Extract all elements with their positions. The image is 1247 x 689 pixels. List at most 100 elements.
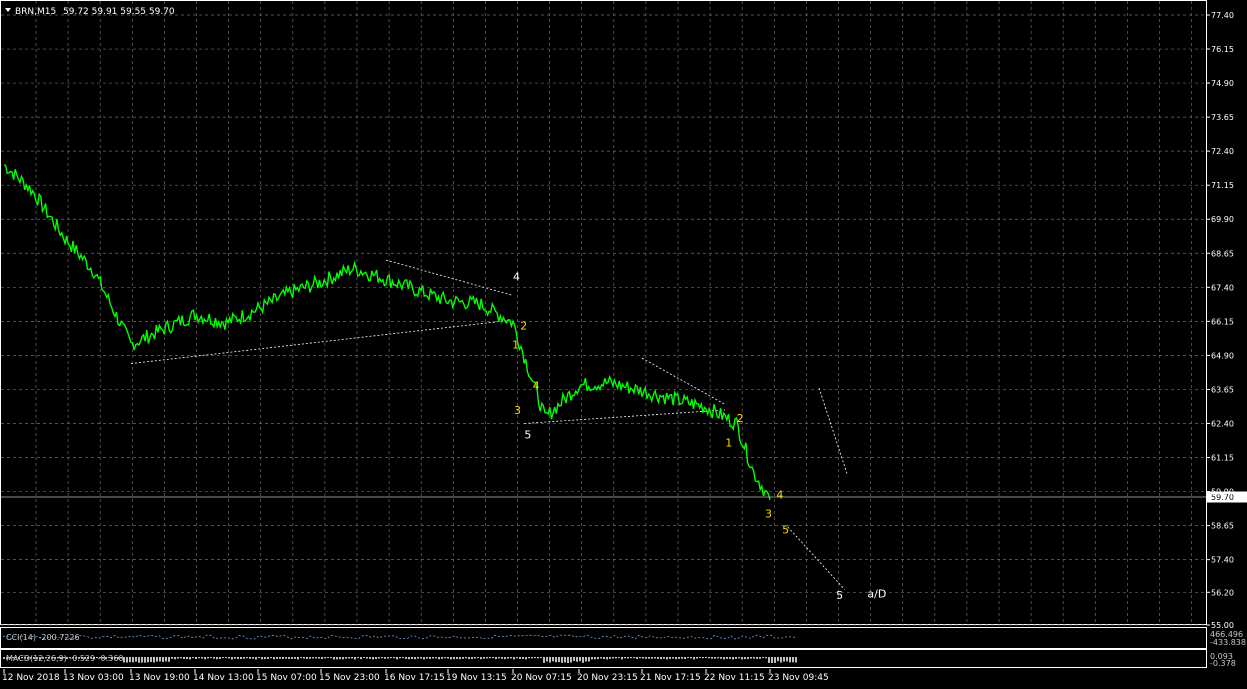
macd-bar: [462, 657, 464, 659]
macd-bar: [126, 657, 128, 663]
macd-bar: [570, 657, 572, 663]
chevron-down-icon[interactable]: [5, 8, 11, 12]
x-tick-label: 15 Nov 07:00: [256, 673, 317, 683]
macd-bar: [138, 657, 140, 663]
macd-bar: [450, 657, 452, 660]
macd-bar: [243, 657, 245, 659]
cci-line: [2, 634, 796, 640]
macd-bar: [261, 657, 263, 660]
y-tick-label: 68.65: [1211, 249, 1234, 258]
macd-bar: [159, 657, 161, 662]
wave-labels: 421435214355 a/D: [512, 270, 886, 602]
macd-bar: [660, 657, 662, 660]
macd-bar: [633, 657, 635, 659]
macd-bar: [387, 657, 389, 659]
y-tick-label: 55.00: [1211, 621, 1234, 630]
ohlc-label: 59.72 59.91 59.55 59.70: [63, 7, 175, 17]
y-tick-label: 58.65: [1211, 522, 1234, 531]
macd-bar: [285, 657, 287, 659]
macd-bar: [705, 657, 707, 659]
macd-bar: [654, 657, 656, 659]
macd-bar: [474, 657, 476, 659]
macd-bar: [465, 657, 467, 659]
macd-bar: [288, 657, 290, 660]
wave-label: 1: [512, 339, 519, 352]
x-tick-label: 19 Nov 13:15: [446, 673, 507, 683]
macd-bar: [702, 657, 704, 659]
macd-bar: [300, 657, 302, 659]
macd-bar: [153, 657, 155, 663]
macd-bar: [579, 657, 581, 662]
wave-label: 3: [514, 404, 521, 417]
macd-bar: [327, 657, 329, 659]
macd-bar: [732, 657, 734, 660]
macd-bar: [498, 657, 500, 659]
macd-bar: [489, 657, 491, 659]
macd-bar: [273, 657, 275, 660]
macd-bar: [441, 657, 443, 659]
x-tick-label: 16 Nov 17:15: [384, 673, 445, 683]
macd-bar: [237, 657, 239, 660]
macd-bar: [372, 657, 374, 660]
macd-bar: [639, 657, 641, 659]
macd-bar: [399, 657, 401, 659]
macd-bar: [495, 657, 497, 660]
wave-label: 2: [520, 319, 527, 332]
macd-bar: [720, 657, 722, 659]
macd-bar: [252, 657, 254, 659]
macd-bar: [699, 657, 701, 659]
macd-bar: [174, 657, 176, 660]
macd-bar: [378, 657, 380, 659]
macd-bar: [192, 657, 194, 659]
macd-bar: [204, 657, 206, 660]
macd-bar: [510, 657, 512, 659]
macd-bar: [585, 657, 587, 662]
wave-label: 5: [782, 524, 789, 537]
macd-bar: [357, 657, 359, 659]
macd-bar: [786, 657, 788, 662]
macd-bar: [618, 657, 620, 659]
grid: [1, 1, 1206, 626]
macd-bar: [723, 657, 725, 660]
macd-bar: [213, 657, 215, 659]
macd-bar: [258, 657, 260, 659]
macd-bar: [678, 657, 680, 659]
macd-bar: [351, 657, 353, 659]
macd-bar: [573, 657, 575, 662]
chart[interactable]: 59.70 77.4076.1574.9073.6572.4071.1569.9…: [0, 0, 1247, 689]
macd-bar: [486, 657, 488, 659]
macd-bar: [669, 657, 671, 659]
y-tick-label: 72.40: [1211, 147, 1234, 156]
macd-bar: [318, 657, 320, 659]
macd-bar: [249, 657, 251, 659]
macd-bar: [681, 657, 683, 659]
macd-bar: [753, 657, 755, 659]
macd-bar: [588, 657, 590, 662]
macd-bar: [795, 657, 797, 663]
macd-bar: [504, 657, 506, 660]
macd-bar: [747, 657, 749, 660]
macd-bar: [522, 657, 524, 659]
macd-bar: [555, 657, 557, 663]
macd-bar: [546, 657, 548, 662]
macd-bar: [225, 657, 227, 659]
macd-bar: [132, 657, 134, 663]
macd-bar: [141, 657, 143, 663]
macd-bar: [606, 657, 608, 660]
wave-label: 1: [725, 437, 732, 450]
macd-bar: [726, 657, 728, 659]
macd-bar: [321, 657, 323, 660]
cci-label: CCI(14) -200.7226: [6, 633, 80, 642]
trend-line: [524, 409, 726, 424]
trend-line: [130, 319, 514, 364]
macd-bar: [354, 657, 356, 660]
macd-label: MACD(12,26,9) -0.529 -0.360: [6, 654, 123, 663]
y-tick-label: 76.15: [1211, 45, 1234, 54]
macd-bar: [255, 657, 257, 660]
macd-bar: [609, 657, 611, 659]
macd-bar: [333, 657, 335, 660]
macd-bar: [297, 657, 299, 660]
macd-bar: [198, 657, 200, 659]
macd-bar: [348, 657, 350, 659]
macd-bar: [756, 657, 758, 659]
